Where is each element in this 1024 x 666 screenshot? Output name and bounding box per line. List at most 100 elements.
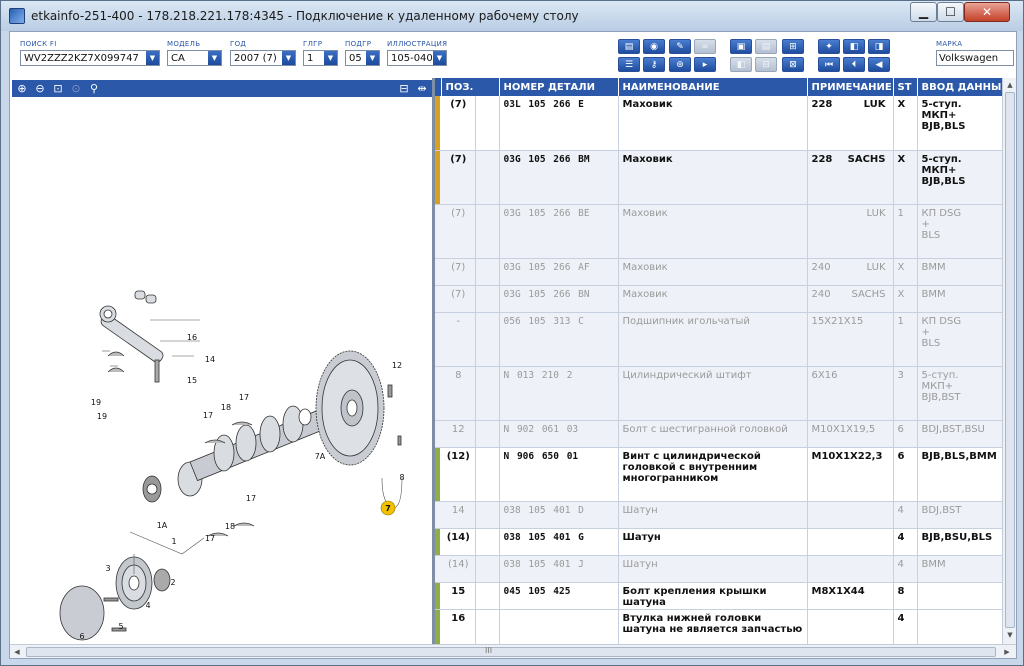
name-cell: Маховик — [618, 204, 808, 259]
vertical-scrollbar[interactable]: ▲ ▼ — [1002, 78, 1016, 644]
scroll-up-icon[interactable]: ▲ — [1003, 78, 1017, 92]
parts-row[interactable]: 14 038 105 401 D Шатун 4 BDJ,BST — [435, 501, 1002, 529]
zoom-fit-icon[interactable]: ⊡ — [50, 81, 66, 96]
list-button[interactable]: ☰ — [618, 57, 640, 72]
header-name[interactable]: НАИМЕНОВАНИЕ — [618, 78, 808, 96]
marker-bar — [435, 556, 440, 582]
parts-row[interactable]: 15 045 105 425 Болт крепления крышки шатун… — [435, 582, 1002, 610]
header-part-number[interactable]: НОМЕР ДЕТАЛИ — [499, 78, 619, 96]
model-select[interactable]: CA ▼ — [167, 50, 222, 66]
parts-row[interactable]: 12 N 902 061 03 Болт с шестигранной головк… — [435, 420, 1002, 448]
page-next-icon: ◨ — [874, 41, 884, 52]
chevron-down-icon[interactable]: ▼ — [433, 51, 446, 65]
part-number-cell: N 906 650 01 — [499, 447, 619, 502]
illustration-select[interactable]: 105-040 ▼ — [387, 50, 447, 66]
name-cell: Шатун — [618, 528, 808, 556]
scroll-left-icon[interactable]: ◀ — [10, 645, 24, 659]
vehicle-button[interactable]: ⊛ — [669, 57, 691, 72]
marker-bar — [435, 528, 440, 554]
back-button[interactable]: ◀ — [868, 57, 890, 72]
close-button[interactable]: ✕ — [964, 2, 1010, 22]
exploded-view-diagram[interactable]: 16 14 15 19 19 17 18 17 12 7A 8 7 1A 1 1… — [10, 98, 432, 644]
vertical-scroll-thumb[interactable] — [1005, 92, 1015, 628]
tools-button[interactable]: ✎ — [669, 39, 691, 54]
zoom-in-icon[interactable]: ⊕ — [14, 81, 30, 96]
header-pos[interactable]: ПОЗ. — [441, 78, 500, 96]
model-value: CA — [171, 52, 185, 64]
horizontal-scrollbar[interactable]: ◀ III ▶ — [10, 644, 1016, 658]
sub-group-select[interactable]: 05 ▼ — [345, 50, 380, 66]
car-icon: ⊛ — [676, 59, 684, 70]
sub-group-group: ПОДГР 05 ▼ — [345, 40, 380, 66]
illustration-pane: ⊕ ⊖ ⊡ ⊙ ⚲ ⊟ ⇹ 16 14 15 19 19 17 18 17 12… — [10, 78, 432, 644]
attachment-button[interactable]: ⊟ — [755, 57, 777, 72]
note-cell: 228 LUK — [807, 96, 894, 151]
chevron-down-icon[interactable]: ▼ — [282, 51, 295, 65]
pin-button[interactable]: ✦ — [818, 39, 840, 54]
chevron-down-icon[interactable]: ▼ — [324, 51, 337, 65]
note-wrap: M10X1X22,3 — [812, 451, 890, 462]
parts-row[interactable]: -056 105 313 C Подшипник игольчатый 15X21X… — [435, 312, 1002, 367]
marker-bar — [435, 150, 440, 203]
layout-icon[interactable]: ⊟ — [396, 81, 412, 96]
blank-cell — [475, 312, 500, 367]
brand-select[interactable]: Volkswagen — [936, 50, 1014, 66]
cart-button[interactable]: ⊠ — [782, 57, 804, 72]
pos-cell: 14 — [441, 501, 476, 529]
elsa-button[interactable]: ▣ — [730, 39, 752, 54]
note-cell: 228 SACHS — [807, 150, 894, 205]
parts-row[interactable]: (7) 03L 105 266 E Маховик 228 LUK X 5-ступ. МК… — [435, 96, 1002, 151]
minimize-button[interactable]: ▁ — [910, 2, 937, 22]
forward-button[interactable]: ▸ — [694, 57, 716, 72]
parts-row[interactable]: (7) 03G 105 266 BN Маховик 240 SACHS X BMM — [435, 285, 1002, 313]
callout-label: 16 — [187, 333, 197, 342]
info-button[interactable]: ◧ — [730, 57, 752, 72]
prev-page-button[interactable]: ◧ — [843, 39, 865, 54]
vin-field[interactable]: WV2ZZZ2KZ7X099747 ▼ — [20, 50, 160, 66]
chevron-down-icon[interactable]: ▼ — [146, 51, 159, 65]
parts-row[interactable]: (7) 03G 105 266 AF Маховик 240 LUK X BMM — [435, 258, 1002, 286]
magnifier-icon[interactable]: ⚲ — [86, 81, 102, 96]
key-button[interactable]: ⚷ — [643, 57, 665, 72]
zoom-reset-icon[interactable]: ⊙ — [68, 81, 84, 96]
marker-bar — [435, 447, 440, 500]
notes-button[interactable]: ▤ — [755, 39, 777, 54]
flywheel-drawing — [315, 350, 402, 466]
split-arrows-icon[interactable]: ⇹ — [414, 81, 430, 96]
zoom-out-icon[interactable]: ⊖ — [32, 81, 48, 96]
note-cell: M10X1X19,5 — [807, 420, 894, 448]
maximize-button[interactable]: ☐ — [937, 2, 964, 22]
year-select[interactable]: 2007 (7) ▼ — [230, 50, 296, 66]
parts-row[interactable]: (14) 038 105 401 G Шатун 4 BJB,BSU,BLS — [435, 528, 1002, 556]
print-button[interactable]: ▤ — [618, 39, 640, 54]
previous-button[interactable]: ⏴ — [843, 57, 865, 72]
parts-row[interactable]: (12) N 906 650 01 Винт с цилиндрической го… — [435, 447, 1002, 502]
header-st[interactable]: ST — [893, 78, 918, 96]
chevron-down-icon[interactable]: ▼ — [208, 51, 221, 65]
parts-row[interactable]: 8 N 013 210 2 Цилиндрический штифт 6X16 3 5-с… — [435, 366, 1002, 421]
title-bar[interactable]: etkainfo-251-400 - 178.218.221.178:4345 … — [1, 1, 1023, 31]
main-group-select[interactable]: 1 ▼ — [303, 50, 338, 66]
data-cell: 5-ступ. МКП+ BJB,BLS — [917, 96, 1002, 151]
horizontal-scroll-thumb[interactable] — [26, 647, 996, 657]
next-page-button[interactable]: ◨ — [868, 39, 890, 54]
catalog-button[interactable]: ◉ — [643, 39, 665, 54]
first-button[interactable]: ⏮ — [818, 57, 840, 72]
arrow-left-icon: ◀ — [875, 59, 883, 70]
callout-label: 14 — [205, 355, 215, 364]
parts-row[interactable]: (14) 038 105 401 J Шатун 4 BMM — [435, 555, 1002, 583]
scroll-down-icon[interactable]: ▼ — [1003, 628, 1017, 642]
header-note[interactable]: ПРИМЕЧАНИЕ — [807, 78, 894, 96]
scroll-right-icon[interactable]: ▶ — [1000, 645, 1014, 659]
parts-row[interactable]: (7) 03G 105 266 BE Маховик LUK 1 КП DSG + BLS — [435, 204, 1002, 259]
structure-button[interactable]: ⊞ — [782, 39, 804, 54]
grid-header-row: ПОЗ. НОМЕР ДЕТАЛИ НАИМЕНОВАНИЕ ПРИМЕЧАНИ… — [435, 78, 1002, 96]
chevron-down-icon[interactable]: ▼ — [366, 51, 379, 65]
lookup-button[interactable]: ∞ — [694, 39, 716, 54]
part-number-cell: 056 105 313 C — [499, 312, 619, 367]
parts-row[interactable]: (7) 03G 105 266 BM Маховик 228 SACHS X 5-ступ.… — [435, 150, 1002, 205]
callout-label: 17 — [205, 534, 215, 543]
part-number-cell: 045 105 425 — [499, 582, 619, 610]
header-data[interactable]: ВВОД ДАННЫХ — [917, 78, 1002, 96]
parts-row[interactable]: 16 Втулка нижней головки шатуна не являет… — [435, 609, 1002, 644]
